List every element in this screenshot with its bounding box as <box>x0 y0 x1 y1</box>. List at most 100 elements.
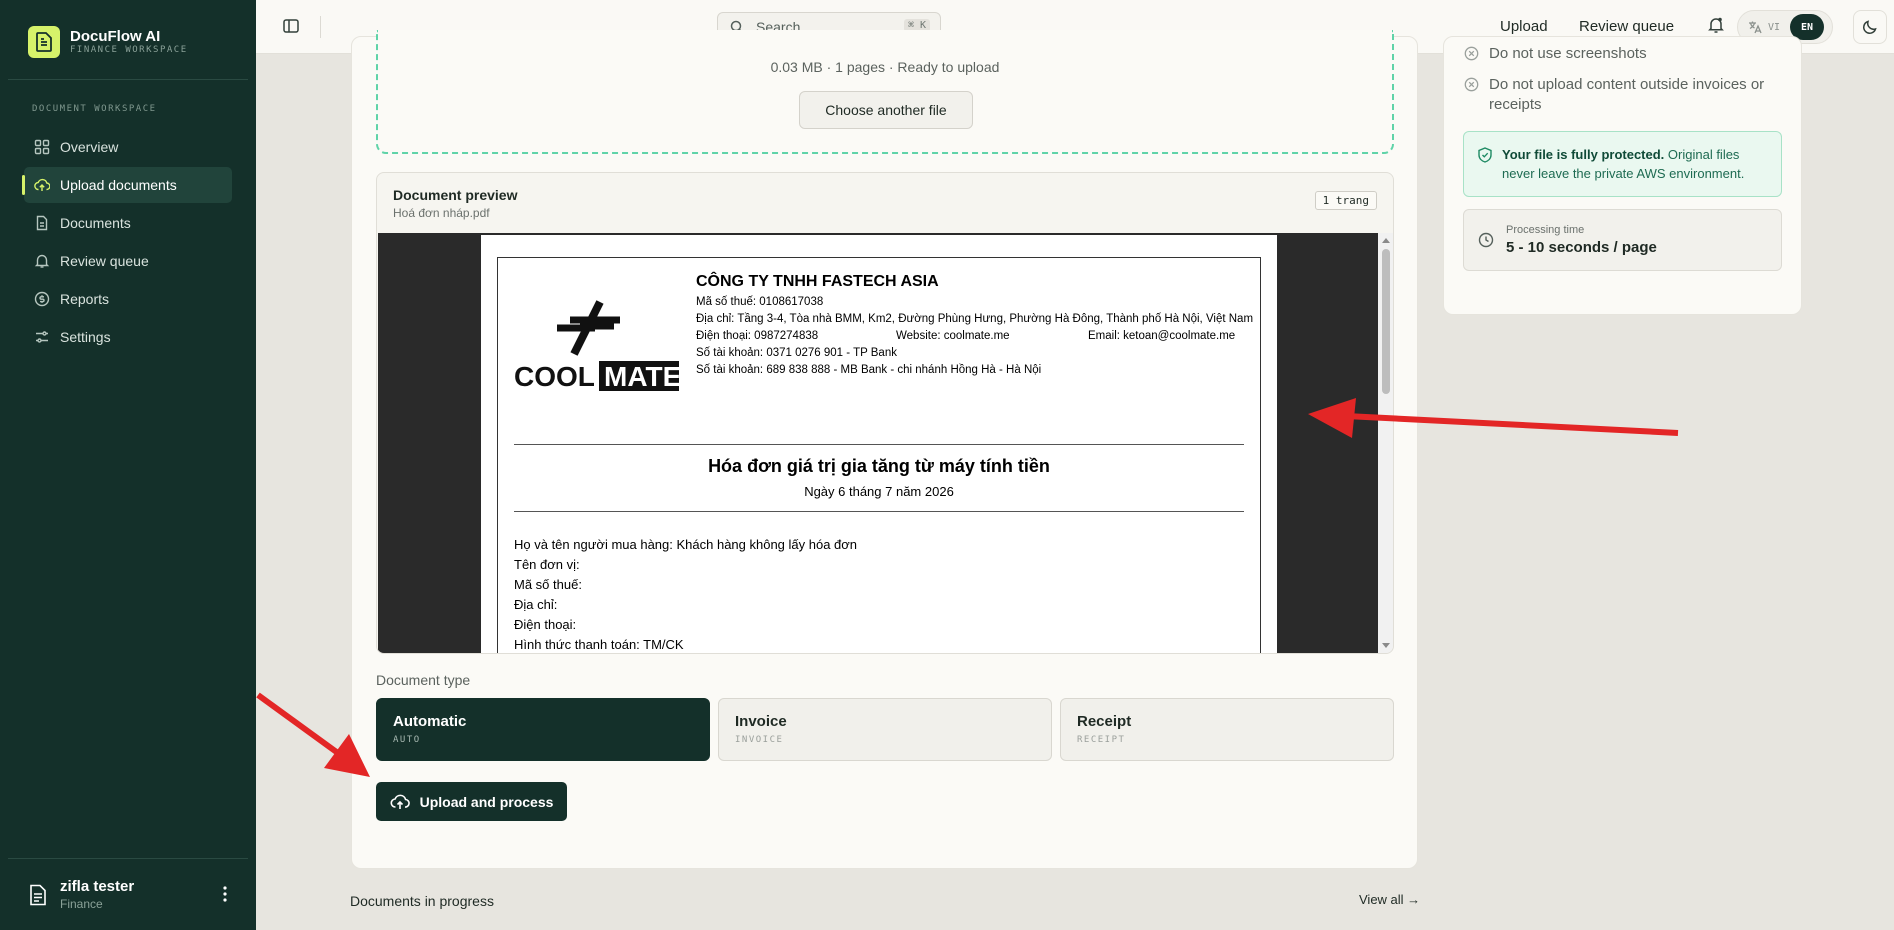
documents-in-progress-title: Documents in progress <box>350 893 494 909</box>
doc-type-title: Automatic <box>393 713 467 730</box>
processing-time-value: 5 - 10 seconds / page <box>1506 239 1657 256</box>
user-name: zifla tester <box>60 878 135 895</box>
company-name: CÔNG TY TNHH FASTECH ASIA <box>696 273 939 290</box>
sidebar-item-reports[interactable]: Reports <box>24 281 232 317</box>
doc-type-code: AUTO <box>393 735 421 745</box>
sidebar-item-review-queue[interactable]: Review queue <box>24 243 232 279</box>
sidebar-section-label: DOCUMENT WORKSPACE <box>32 104 157 114</box>
doc-type-code: RECEIPT <box>1077 735 1126 745</box>
doc-type-code: INVOICE <box>735 735 784 745</box>
sidebar-nav: Overview Upload documents Documents Revi… <box>22 129 232 357</box>
bell-icon <box>34 254 50 268</box>
clock-icon <box>1478 232 1494 248</box>
doc-type-invoice[interactable]: Invoice INVOICE <box>718 698 1052 761</box>
file-dropzone[interactable]: 0.03 MB · 1 pages · Ready to upload Choo… <box>376 30 1394 154</box>
protection-notice: Your file is fully protected. Original f… <box>1463 131 1782 197</box>
pdf-page: COOL MATE CÔNG TY TNHH FASTECH ASIA Mã s… <box>481 235 1277 653</box>
sidebar-item-label: Overview <box>60 139 119 155</box>
sidebar-toggle-button[interactable] <box>282 17 300 40</box>
theme-toggle-button[interactable] <box>1853 10 1887 44</box>
upload-and-process-button[interactable]: Upload and process <box>376 782 567 821</box>
processing-time: Processing time 5 - 10 seconds / page <box>1463 209 1782 271</box>
logo-text: COOL <box>514 361 595 392</box>
preview-scrollbar[interactable] <box>1378 233 1393 653</box>
user-document-icon <box>30 884 46 905</box>
sidebar-item-label: Reports <box>60 291 110 307</box>
rule-text: Do not use screenshots <box>1489 45 1647 62</box>
user-profile[interactable]: zifla tester Finance <box>8 858 248 930</box>
page-count-badge: 1 trang <box>1314 191 1377 210</box>
sidebar: DocuFlow AI FINANCE WORKSPACE DOCUMENT W… <box>0 0 256 930</box>
sidebar-item-overview[interactable]: Overview <box>24 129 232 165</box>
processing-time-label: Processing time <box>1506 224 1585 236</box>
invoice-divider <box>514 444 1244 445</box>
company-account-1: Số tài khoản: 0371 0276 901 - TP Bank <box>696 347 897 359</box>
company-email: Email: ketoan@coolmate.me <box>1088 330 1236 342</box>
company-tax-code: Mã số thuế: 0108617038 <box>696 296 824 308</box>
rule-item: Do not use screenshots <box>1464 44 1794 64</box>
rule-text: Do not upload content outside invoices o… <box>1489 76 1765 113</box>
sliders-icon <box>36 331 48 343</box>
sidebar-toggle-icon <box>283 19 299 33</box>
sidebar-item-label: Documents <box>60 215 131 231</box>
doc-type-automatic[interactable]: Automatic AUTO <box>376 698 710 761</box>
topbar-link-review-queue[interactable]: Review queue <box>1579 18 1674 35</box>
sidebar-item-label: Review queue <box>60 253 149 269</box>
translate-icon <box>1749 21 1762 34</box>
file-icon <box>36 215 48 231</box>
bell-icon <box>1708 17 1724 33</box>
buyer-info: Họ và tên người mua hàng: Khách hàng khô… <box>514 535 857 653</box>
grid-icon <box>34 139 50 155</box>
brand[interactable]: DocuFlow AI FINANCE WORKSPACE <box>28 26 188 58</box>
invoice-frame: COOL MATE CÔNG TY TNHH FASTECH ASIA Mã s… <box>497 257 1261 653</box>
topbar-link-upload[interactable]: Upload <box>1500 18 1548 35</box>
company-account-2: Số tài khoản: 689 838 888 - MB Bank - ch… <box>696 364 1042 376</box>
topbar-separator <box>320 16 321 38</box>
x-circle-icon <box>1464 46 1479 61</box>
buyer-line: Họ và tên người mua hàng: Khách hàng khô… <box>514 537 858 552</box>
company-phone: Điện thoại: 0987274838 <box>696 330 819 342</box>
sidebar-item-label: Upload documents <box>60 177 177 193</box>
x-circle-icon <box>1464 77 1479 92</box>
scroll-down-icon[interactable] <box>1381 642 1391 650</box>
choose-another-file-button[interactable]: Choose another file <box>799 91 973 129</box>
protection-bold: Your file is fully protected. <box>1502 147 1665 162</box>
invoice-title: Hóa đơn giá trị gia tăng từ máy tính tiề… <box>708 456 1050 476</box>
cloud-upload-icon <box>390 794 410 809</box>
sidebar-item-documents[interactable]: Documents <box>24 205 232 241</box>
document-preview: Document preview Hoá đơn nháp.pdf 1 tran… <box>376 172 1394 654</box>
buyer-line: Hình thức thanh toán: TM/CK <box>514 637 684 652</box>
shield-check-icon <box>1478 147 1492 163</box>
doc-type-title: Receipt <box>1077 713 1132 730</box>
upload-button-label: Upload and process <box>419 793 554 810</box>
sidebar-item-label: Settings <box>60 329 111 345</box>
company-info: CÔNG TY TNHH FASTECH ASIA Mã số thuế: 01… <box>696 273 1256 379</box>
file-meta: 0.03 MB · 1 pages · Ready to upload <box>770 59 1000 75</box>
brand-name: DocuFlow AI <box>70 28 161 45</box>
lang-vi-option[interactable]: VI <box>1768 22 1780 33</box>
scrollbar-thumb[interactable] <box>1382 249 1390 394</box>
brand-subtitle: FINANCE WORKSPACE <box>70 45 188 55</box>
sidebar-item-upload-documents[interactable]: Upload documents <box>22 167 232 203</box>
company-address: Địa chỉ: Tầng 3-4, Tòa nhà BMM, Km2, Đườ… <box>696 313 1254 325</box>
pdf-viewer[interactable]: COOL MATE CÔNG TY TNHH FASTECH ASIA Mã s… <box>378 233 1378 653</box>
scroll-up-icon[interactable] <box>1381 236 1391 244</box>
cloud-upload-icon <box>34 178 50 191</box>
view-all-link[interactable]: View all → <box>1359 892 1420 907</box>
doc-type-receipt[interactable]: Receipt RECEIPT <box>1060 698 1394 761</box>
buyer-line: Địa chỉ: <box>514 597 558 612</box>
doc-type-title: Invoice <box>735 713 787 730</box>
dollar-circle-icon <box>34 291 50 307</box>
sidebar-divider <box>8 79 248 80</box>
logo-text-boxed: MATE <box>604 361 680 392</box>
buyer-line: Mã số thuế: <box>514 577 582 592</box>
user-role: Finance <box>60 897 103 911</box>
preview-title: Document preview <box>393 187 518 203</box>
buyer-line: Tên đơn vị: <box>514 557 580 572</box>
document-logo-icon <box>28 26 60 58</box>
company-contacts: Điện thoại: 0987274838 Website: coolmate… <box>696 328 1256 345</box>
company-website: Website: coolmate.me <box>896 330 1010 342</box>
preview-filename: Hoá đơn nháp.pdf <box>393 206 490 220</box>
sidebar-item-settings[interactable]: Settings <box>24 319 232 355</box>
more-vertical-icon[interactable] <box>222 885 228 903</box>
